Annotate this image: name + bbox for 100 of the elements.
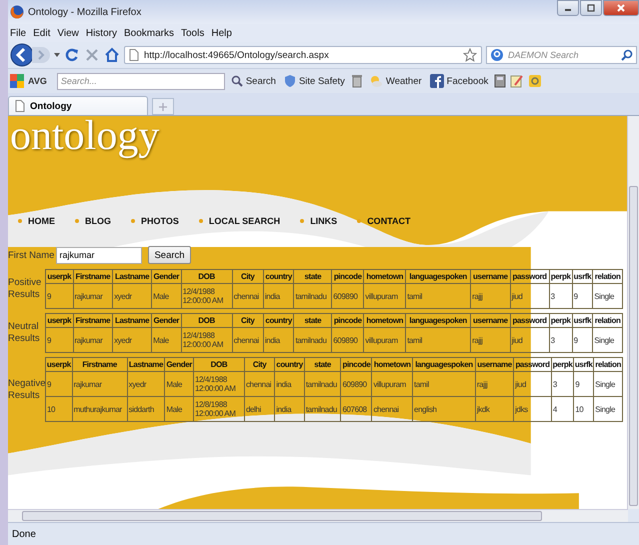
magnifier-icon[interactable] [528,74,542,88]
column-header: languagespoken [406,314,471,328]
trash-icon[interactable] [350,74,363,88]
column-header: usrfk [572,270,593,284]
shield-icon [284,74,296,88]
column-header: pincode [332,314,364,328]
toolbar-button[interactable]: Weather [366,74,424,88]
caret-icon[interactable] [54,53,60,57]
nav-link[interactable]: CONTACT [367,216,411,226]
address-field[interactable]: http://localhost:49665/Ontology/search.aspx [124,46,482,64]
nav-link[interactable]: LOCAL SEARCH [208,216,280,226]
page-icon [129,49,139,61]
table-cell: 4 [551,396,574,422]
search-field[interactable]: DAEMON Search [486,46,637,64]
table-cell: chennai [232,284,264,308]
table-cell: india [263,328,294,352]
search-button[interactable]: Search [148,246,191,264]
search-icon [230,75,243,87]
menu-item[interactable]: Edit [33,28,50,38]
column-header: Gender [152,314,182,328]
weather-icon [368,74,383,88]
toolbar-button[interactable]: Site Safety [282,74,347,88]
scroll-thumb[interactable] [22,511,542,521]
table-cell: tamilnadu [304,396,341,422]
menu-item[interactable]: File [10,28,26,38]
table-cell: tamilnadu [294,284,332,308]
avg-logo-icon[interactable] [10,74,24,88]
home-icon[interactable] [104,47,120,63]
bullet-icon [18,219,22,223]
site-logo: ontology [9,116,160,156]
column-header: City [232,270,264,284]
scroll-thumb[interactable] [629,186,638,506]
table-cell: rajjj [470,328,510,352]
avg-label[interactable]: AVG [28,76,47,86]
column-header: country [274,358,304,372]
table-cell: Male [164,396,194,422]
table-cell: 9 [572,328,593,352]
column-header: Lastname [112,314,152,328]
table-cell: 3 [549,284,572,308]
menu-item[interactable]: View [57,28,79,38]
nav-link[interactable]: BLOG [85,216,111,226]
column-header: DOB [181,270,232,284]
notepad-icon[interactable] [510,74,524,88]
close-button[interactable] [603,0,639,16]
column-header: languagespoken [412,358,476,372]
toolbar-button[interactable]: Facebook [428,74,490,88]
column-header: perpk [549,270,572,284]
table-cell: 9 [46,372,72,396]
column-header: City [244,358,275,372]
table-cell: 12/4/1988 12:00:00 AM [181,284,232,308]
column-header: perpk [551,358,574,372]
table-cell: 3 [549,328,572,352]
table-cell: rajkumar [73,284,113,308]
table-cell: chennai [372,396,413,422]
minimize-button[interactable] [557,0,579,16]
table-cell: jkdk [475,396,514,422]
column-header: DOB [181,314,232,328]
menu-item[interactable]: Bookmarks [124,28,174,38]
first-name-input[interactable]: rajkumar [56,246,142,264]
search-icon[interactable] [621,49,633,61]
table-cell: villupuram [372,372,413,396]
table-cell: 3 [551,372,574,396]
table-cell: xyedr [112,284,152,308]
nav-link[interactable]: HOME [28,216,55,226]
plus-icon [159,102,167,110]
column-header: pincode [340,358,372,372]
nav-link[interactable]: LINKS [310,216,338,226]
toolbar-search-button[interactable]: Search [228,75,278,87]
table-cell: 12/4/1988 12:00:00 AM [181,328,232,352]
browser-tab[interactable]: Ontology [8,96,148,115]
calculator-icon[interactable] [494,74,506,88]
table-cell: chennai [244,372,275,396]
search-engine-icon[interactable] [490,48,504,62]
menu-item[interactable]: History [86,28,117,38]
column-header: relation [592,314,622,328]
table-cell: 609890 [340,372,372,396]
maximize-button[interactable] [580,0,602,16]
column-header: Gender [164,358,194,372]
bullet-icon [75,219,79,223]
nav-link[interactable]: PHOTOS [141,216,179,226]
table-cell: 9 [46,328,74,352]
toolbar-search-field[interactable]: Search... [56,72,225,90]
menu-item[interactable]: Help [211,28,232,38]
back-button[interactable] [10,43,34,67]
reload-icon[interactable] [64,47,80,63]
column-header: City [232,314,264,328]
column-header: hometown [364,270,406,284]
table-cell: Single [592,284,622,308]
vertical-scrollbar[interactable] [627,116,639,509]
table-cell: english [412,396,476,422]
menu-item[interactable]: Tools [181,28,204,38]
star-icon[interactable] [463,48,477,62]
horizontal-scrollbar[interactable] [8,509,628,522]
table-cell: 609890 [332,284,364,308]
column-header: userpk [46,270,74,284]
table-cell: 9 [572,284,593,308]
column-header: DOB [193,358,244,372]
table-cell: jdks [514,396,552,422]
table-cell: tamil [406,328,471,352]
table-cell: xyedr [112,328,152,352]
